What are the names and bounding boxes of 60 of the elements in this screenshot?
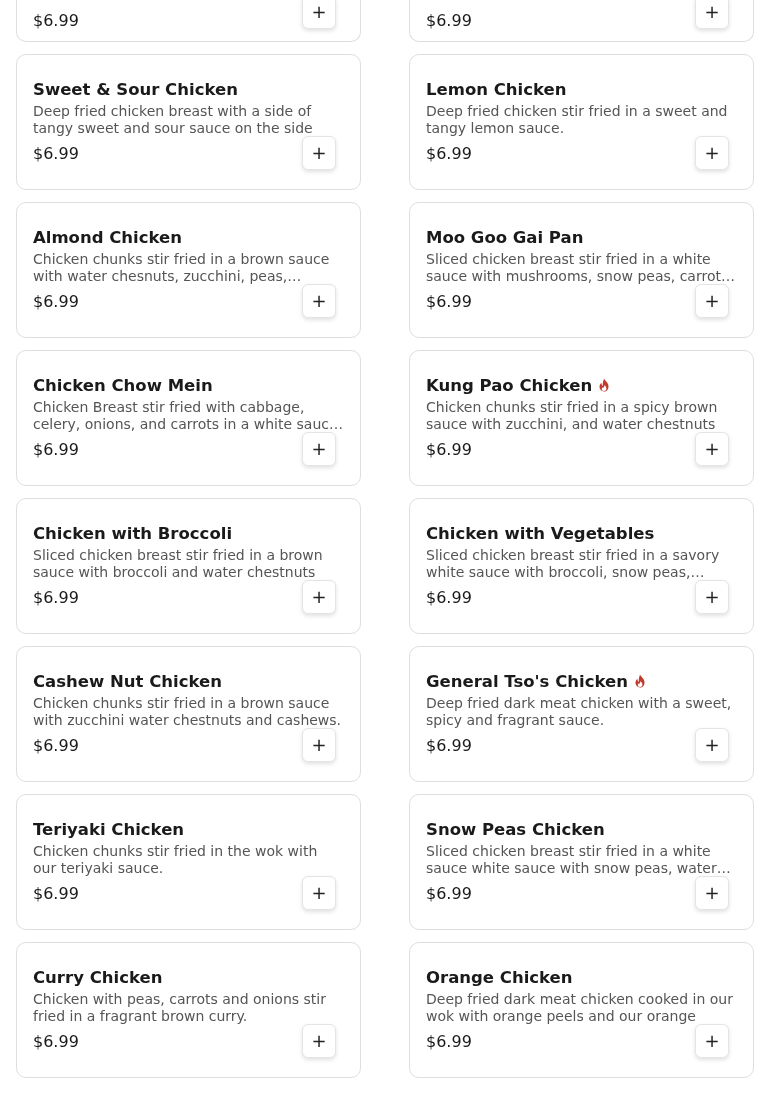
item-price: $6.99: [426, 1032, 472, 1052]
add-button[interactable]: +: [695, 432, 729, 466]
add-button[interactable]: +: [302, 876, 336, 910]
item-description: Sliced chicken breast stir fried in a brown sauce with broccoli and water chestnuts: [33, 547, 324, 581]
add-button[interactable]: +: [302, 136, 336, 170]
item-name: Chicken with Broccoli: [33, 523, 233, 543]
item-price: $6.99: [426, 11, 472, 31]
item-price: $6.99: [33, 736, 79, 756]
item-price: $6.99: [426, 588, 472, 608]
item-name: General Tso's Chicken: [426, 671, 628, 691]
item-name: Almond Chicken: [33, 227, 182, 247]
add-button[interactable]: +: [695, 284, 729, 318]
add-button[interactable]: +: [695, 0, 729, 29]
add-button[interactable]: +: [302, 432, 336, 466]
add-button[interactable]: +: [302, 0, 336, 29]
item-name: Teriyaki Chicken: [33, 819, 185, 839]
add-button[interactable]: +: [695, 876, 729, 910]
item-price: $6.99: [426, 292, 472, 312]
add-button[interactable]: +: [695, 728, 729, 762]
add-button[interactable]: +: [302, 284, 336, 318]
item-description: Deep fried dark meat chicken with a sweet, spicy and fragrant sauce.: [426, 695, 733, 729]
item-price: $6.99: [426, 144, 472, 164]
item-name: Snow Peas Chicken: [426, 819, 605, 839]
item-description: Deep fried chicken breast with a side of tangy sweet and sour sauce on the side: [33, 103, 314, 137]
item-description: Chicken chunks stir fried in a brown sauce with zucchini water chestnuts and cashews.: [33, 695, 343, 729]
item-price: $6.99: [426, 736, 472, 756]
item-price: $6.99: [426, 884, 472, 904]
add-button[interactable]: +: [695, 136, 729, 170]
item-description: Deep fried dark meat chicken cooked in our wok with orange peels and our orange: [426, 991, 734, 1025]
item-name: Orange Chicken: [426, 967, 573, 987]
item-name: Chicken Chow Mein: [33, 375, 213, 395]
item-price: $6.99: [33, 1032, 79, 1052]
item-price: $6.99: [33, 292, 79, 312]
item-description: Chicken with peas, carrots and onions stir fried in a fragrant brown curry.: [33, 991, 327, 1025]
item-description: Deep fried chicken stir fried in a sweet and tangy lemon sauce.: [426, 103, 729, 137]
add-button[interactable]: +: [695, 1024, 729, 1058]
item-name: Kung Pao Chicken: [426, 375, 593, 395]
item-price: $6.99: [426, 440, 472, 460]
item-price: $6.99: [33, 884, 79, 904]
item-description: Chicken Breast stir fried with cabbage, celery, onions, and carrots in a white sauc…: [33, 399, 344, 433]
add-button[interactable]: +: [695, 580, 729, 614]
item-price: $6.99: [33, 11, 79, 31]
item-price: $6.99: [33, 144, 79, 164]
item-name: Lemon Chicken: [426, 79, 567, 99]
item-description: Sliced chicken breast stir fried in a savory white sauce with broccoli, snow peas,…: [426, 547, 721, 581]
item-price: $6.99: [33, 440, 79, 460]
item-name: Curry Chicken: [33, 967, 163, 987]
item-description: Chicken chunks stir fried in the wok with our teriyaki sauce.: [33, 843, 319, 877]
add-button[interactable]: +: [302, 1024, 336, 1058]
item-description: Sliced chicken breast stir fried in a white sauce with mushrooms, snow peas, carrot…: [426, 251, 736, 285]
add-button[interactable]: +: [302, 728, 336, 762]
add-button[interactable]: +: [302, 580, 336, 614]
item-name: Cashew Nut Chicken: [33, 671, 222, 691]
item-description: Chicken chunks stir fried in a brown sauce with water chesnuts, zucchini, peas,…: [33, 251, 331, 285]
item-name: Moo Goo Gai Pan: [426, 227, 584, 247]
item-price: $6.99: [33, 588, 79, 608]
item-description: Chicken chunks stir fried in a spicy brown sauce with zucchini, and water chestnuts: [426, 399, 719, 433]
item-name: Sweet & Sour Chicken: [33, 79, 238, 99]
item-description: Sliced chicken breast stir fried in a white sauce white sauce with snow peas, water…: [426, 843, 732, 877]
item-name: Chicken with Vegetables: [426, 523, 655, 543]
